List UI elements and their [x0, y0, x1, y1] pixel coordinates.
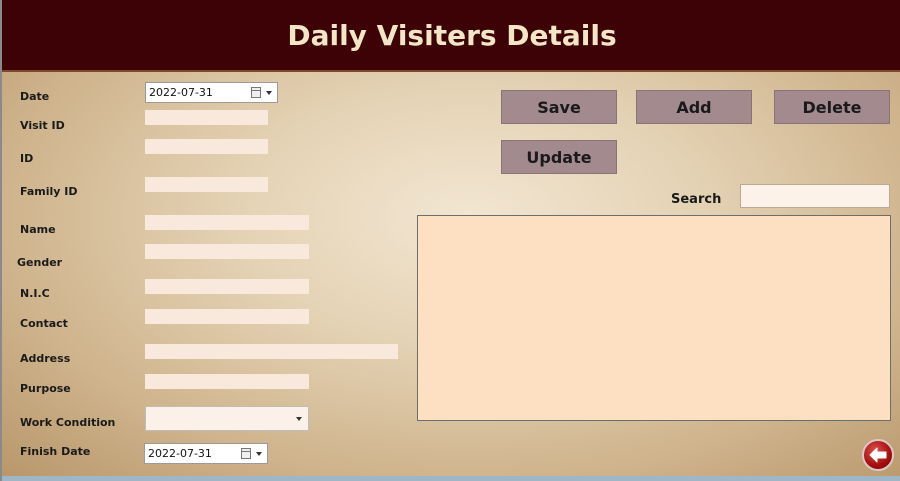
- search-input[interactable]: [740, 184, 890, 208]
- date-picker[interactable]: 2022-07-31: [145, 82, 278, 103]
- chevron-down-icon[interactable]: [296, 417, 302, 421]
- name-label: Name: [20, 223, 56, 236]
- page-title: Daily Visiters Details: [287, 18, 617, 52]
- chevron-down-icon[interactable]: [256, 452, 262, 456]
- chevron-down-icon[interactable]: [266, 91, 272, 95]
- search-label: Search: [671, 192, 722, 207]
- id-label: ID: [20, 152, 34, 165]
- address-label: Address: [20, 352, 71, 365]
- update-button[interactable]: Update: [501, 140, 617, 174]
- visitors-data-grid[interactable]: [417, 215, 891, 421]
- work-condition-dropdown[interactable]: [145, 406, 309, 431]
- back-arrow-icon: [869, 447, 887, 463]
- visit-id-label: Visit ID: [20, 119, 65, 132]
- bottom-border: [2, 476, 900, 481]
- date-label: Date: [20, 90, 50, 103]
- work-condition-label: Work Condition: [20, 416, 116, 429]
- contact-field[interactable]: [145, 309, 309, 324]
- visit-id-field[interactable]: [145, 110, 268, 125]
- purpose-field[interactable]: [145, 374, 309, 389]
- date-value: 2022-07-31: [149, 86, 213, 99]
- calendar-icon[interactable]: [241, 448, 251, 459]
- add-button[interactable]: Add: [636, 90, 752, 124]
- contact-label: Contact: [20, 317, 68, 330]
- delete-button[interactable]: Delete: [774, 90, 890, 124]
- family-id-label: Family ID: [20, 185, 78, 198]
- gender-field[interactable]: [145, 244, 309, 259]
- finish-date-picker[interactable]: 2022-07-31: [144, 443, 268, 464]
- finish-date-label: Finish Date: [20, 445, 91, 458]
- save-button[interactable]: Save: [501, 90, 617, 124]
- finish-date-value: 2022-07-31: [148, 447, 212, 460]
- calendar-icon[interactable]: [251, 87, 261, 98]
- visitor-form-window: Daily Visiters Details Date Visit ID ID …: [0, 0, 900, 481]
- title-bar: Daily Visiters Details: [2, 0, 900, 72]
- gender-label: Gender: [17, 256, 63, 269]
- purpose-label: Purpose: [20, 382, 71, 395]
- nic-label: N.I.C: [20, 287, 50, 300]
- name-field[interactable]: [145, 215, 309, 230]
- family-id-field[interactable]: [145, 177, 268, 192]
- address-field[interactable]: [145, 344, 398, 359]
- nic-field[interactable]: [145, 279, 309, 294]
- id-field[interactable]: [145, 139, 268, 154]
- back-button[interactable]: [862, 439, 894, 471]
